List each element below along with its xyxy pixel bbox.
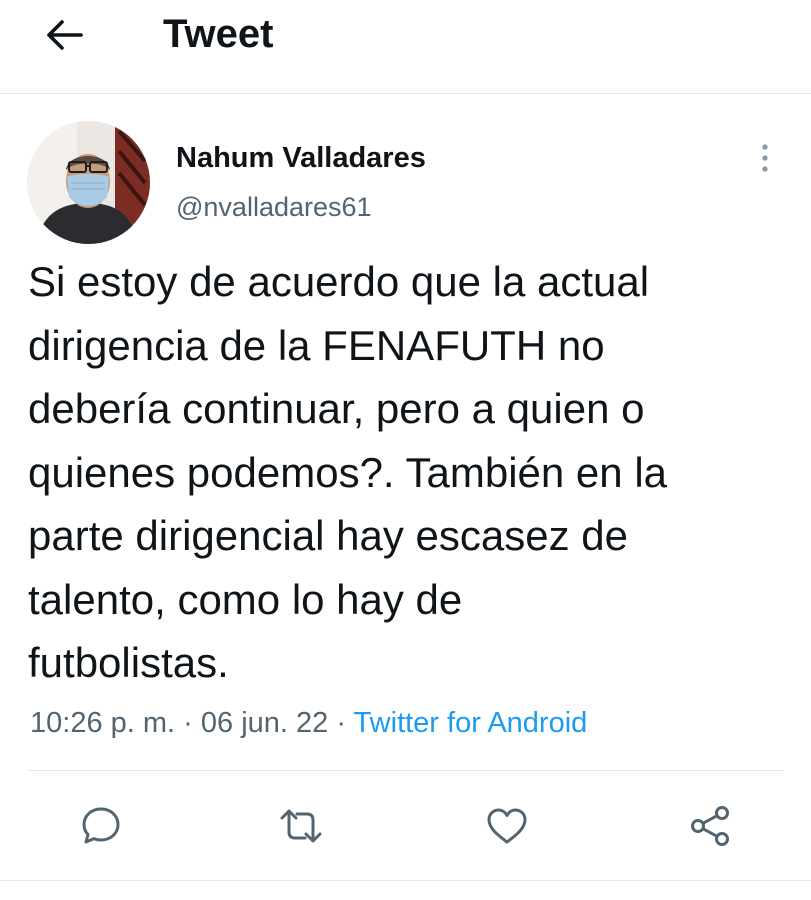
divider [0,880,811,881]
tweet-metadata: 10:26 p. m. · 06 jun. 22 · Twitter for A… [30,703,587,743]
tweet-time[interactable]: 10:26 p. m. [30,707,175,739]
meta-separator: · [183,707,193,739]
divider [28,770,784,771]
like-button[interactable] [483,802,531,850]
author-name[interactable]: Nahum Valladares [176,140,426,176]
avatar[interactable] [27,121,150,244]
heart-icon [487,808,527,844]
comment-icon [82,807,120,844]
back-button[interactable] [36,12,92,58]
retweet-icon [280,809,322,843]
share-icon [691,806,729,846]
author-handle[interactable]: @nvalladares61 [176,190,372,224]
tweet-source-link[interactable]: Twitter for Android [354,707,588,739]
top-bar: Tweet [0,0,811,94]
vertical-dots-icon [762,144,768,172]
page-title: Tweet [163,12,274,56]
arrow-left-icon [47,20,83,50]
retweet-button[interactable] [277,802,325,850]
action-bar [0,790,811,862]
tweet-date[interactable]: 06 jun. 22 [201,707,328,739]
more-options-button[interactable] [750,140,780,176]
share-button[interactable] [686,802,734,850]
avatar-photo [27,121,150,244]
reply-button[interactable] [77,802,125,850]
tweet-text: Si estoy de acuerdo que la actual dirige… [28,258,668,686]
meta-separator: · [336,707,347,739]
